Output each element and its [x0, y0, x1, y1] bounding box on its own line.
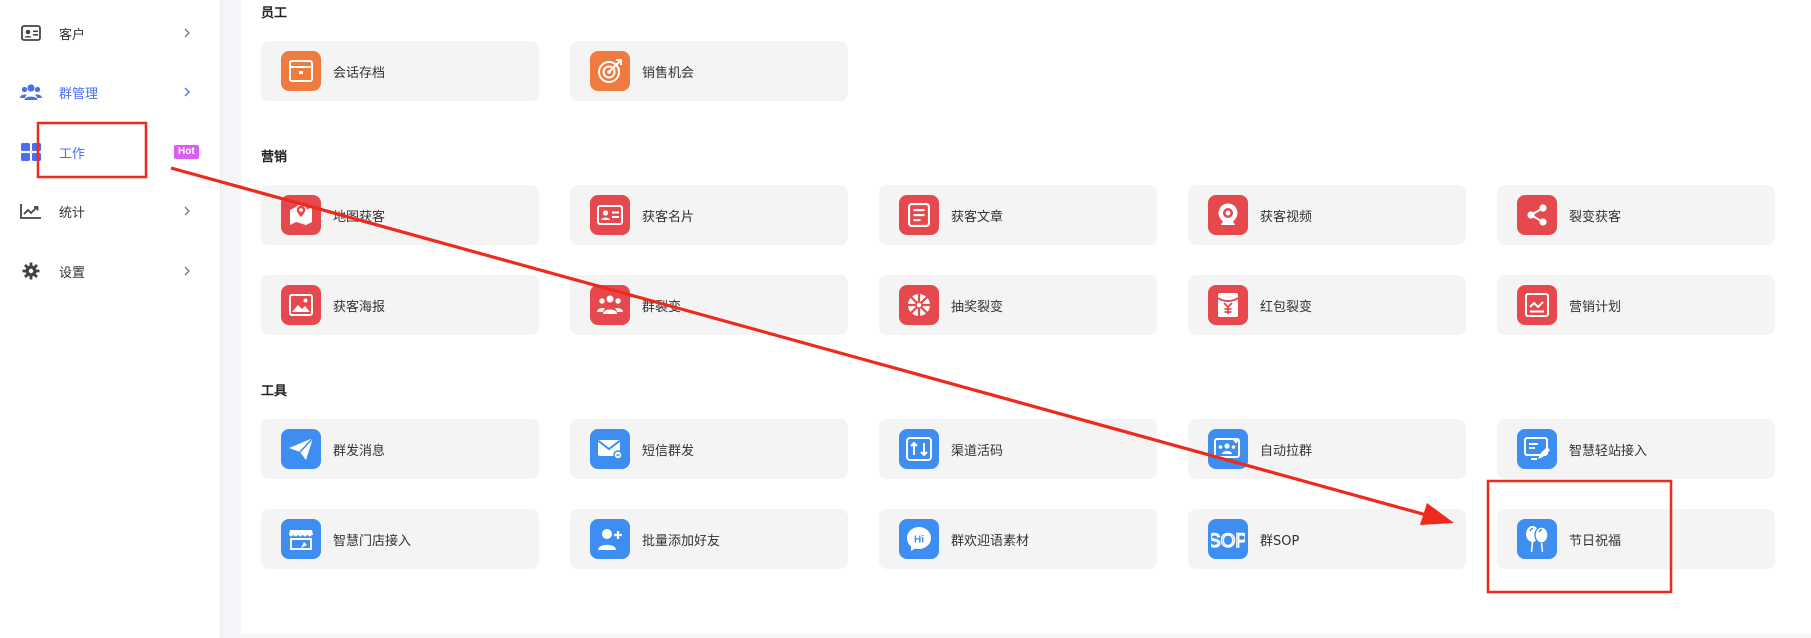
sop-icon: SOP [1208, 519, 1248, 559]
card-label: 群欢迎语素材 [951, 533, 1030, 549]
workbench-panel: 员工 会话存档 销售机会 营销 地图获客 获客名片 获客文章 获客视频 裂变获客… [241, 0, 1811, 634]
store-icon [281, 519, 321, 559]
camera-icon [1208, 195, 1248, 235]
sidebar-item-label: 客户 [59, 27, 86, 43]
card-lottery-fission[interactable]: 抽奖裂变 [879, 275, 1157, 335]
grid-apps-icon [20, 141, 42, 163]
card-label: 获客文章 [951, 209, 1004, 225]
card-marketing-plan[interactable]: 营销计划 [1497, 275, 1775, 335]
card-mass-message[interactable]: 群发消息 [261, 419, 539, 479]
card-label: 群裂变 [642, 299, 682, 315]
section-title-tools: 工具 [261, 384, 288, 399]
add-user-icon [590, 519, 630, 559]
target-icon [590, 51, 630, 91]
card-label: 营销计划 [1569, 299, 1622, 315]
card-label: 获客名片 [642, 209, 695, 225]
image-icon [281, 285, 321, 325]
card-video[interactable]: 获客视频 [1188, 185, 1466, 245]
card-fission-acquisition[interactable]: 裂变获客 [1497, 185, 1775, 245]
card-label: 智慧轻站接入 [1569, 443, 1648, 459]
card-label: 节日祝福 [1569, 533, 1622, 549]
card-article[interactable]: 获客文章 [879, 185, 1157, 245]
card-session-archive[interactable]: 会话存档 [261, 41, 539, 101]
hi-bubble-icon: Hi [899, 519, 939, 559]
red-envelope-icon [1208, 285, 1248, 325]
lottery-wheel-icon [899, 285, 939, 325]
balloons-icon [1517, 519, 1557, 559]
sidebar-item-label: 群管理 [59, 86, 99, 102]
card-sales-opportunity[interactable]: 销售机会 [570, 41, 848, 101]
channel-code-icon [899, 429, 939, 469]
sidebar-item-label: 统计 [59, 205, 86, 221]
chevron-right-icon [182, 28, 192, 38]
card-label: 地图获客 [333, 209, 386, 225]
card-batch-add-friends[interactable]: 批量添加好友 [570, 509, 848, 569]
card-label: 群SOP [1260, 533, 1300, 549]
auto-group-icon [1208, 429, 1248, 469]
sidebar: 客户 群管理 工作 Hot 统计 设置 [0, 0, 221, 638]
card-label: 获客视频 [1260, 209, 1313, 225]
card-smart-store[interactable]: 智慧门店接入 [261, 509, 539, 569]
card-business-card[interactable]: 获客名片 [570, 185, 848, 245]
plan-chart-icon [1517, 285, 1557, 325]
chevron-right-icon [182, 266, 192, 276]
document-icon [899, 195, 939, 235]
section-title-staff: 员工 [261, 6, 288, 21]
share-icon [1517, 195, 1557, 235]
group-users-icon [20, 81, 42, 103]
card-group-fission[interactable]: 群裂变 [570, 275, 848, 335]
card-label: 智慧门店接入 [333, 533, 412, 549]
card-sms-broadcast[interactable]: 短信群发 [570, 419, 848, 479]
card-label: 批量添加好友 [642, 533, 721, 549]
customer-card-icon [20, 22, 42, 44]
svg-text:Hi: Hi [914, 535, 924, 546]
card-welcome-material[interactable]: Hi 群欢迎语素材 [879, 509, 1157, 569]
card-label: 红包裂变 [1260, 299, 1313, 315]
card-label: 获客海报 [333, 299, 386, 315]
card-smart-site[interactable]: 智慧轻站接入 [1497, 419, 1775, 479]
card-label: 渠道活码 [951, 443, 1004, 459]
sidebar-item-label: 工作 [59, 146, 86, 162]
card-label: 裂变获客 [1569, 209, 1622, 225]
card-label: 短信群发 [642, 443, 695, 459]
card-holiday-greetings[interactable]: 节日祝福 [1497, 509, 1775, 569]
sidebar-item-customer[interactable]: 客户 [0, 11, 221, 55]
card-label: 自动拉群 [1260, 443, 1313, 459]
svg-text:SOP: SOP [1211, 531, 1245, 551]
sidebar-item-statistics[interactable]: 统计 [0, 189, 221, 233]
sidebar-item-settings[interactable]: 设置 [0, 249, 221, 293]
gear-icon [20, 260, 42, 282]
site-edit-icon [1517, 429, 1557, 469]
archive-box-icon [281, 51, 321, 91]
card-red-envelope-fission[interactable]: 红包裂变 [1188, 275, 1466, 335]
card-label: 会话存档 [333, 65, 386, 81]
group-people-icon [590, 285, 630, 325]
map-icon [281, 195, 321, 235]
card-channel-code[interactable]: 渠道活码 [879, 419, 1157, 479]
card-label: 抽奖裂变 [951, 299, 1004, 315]
chevron-right-icon [182, 206, 192, 216]
line-chart-icon [20, 200, 42, 222]
app-root: 客户 群管理 工作 Hot 统计 设置 员工 会话存档 销售机会 营销 地图获客… [0, 0, 1811, 638]
card-label: 群发消息 [333, 443, 386, 459]
envelope-icon [590, 429, 630, 469]
sidebar-item-label: 设置 [59, 265, 86, 281]
card-poster[interactable]: 获客海报 [261, 275, 539, 335]
card-auto-group[interactable]: 自动拉群 [1188, 419, 1466, 479]
paper-plane-icon [281, 429, 321, 469]
sidebar-item-work[interactable]: 工作 Hot [0, 130, 221, 174]
id-card-icon [590, 195, 630, 235]
chevron-right-icon [182, 87, 192, 97]
section-title-marketing: 营销 [261, 150, 288, 165]
card-label: 销售机会 [642, 65, 695, 81]
sidebar-item-group-management[interactable]: 群管理 [0, 70, 221, 114]
hot-badge: Hot [174, 145, 199, 159]
card-map-acquisition[interactable]: 地图获客 [261, 185, 539, 245]
card-group-sop[interactable]: SOP 群SOP [1188, 509, 1466, 569]
